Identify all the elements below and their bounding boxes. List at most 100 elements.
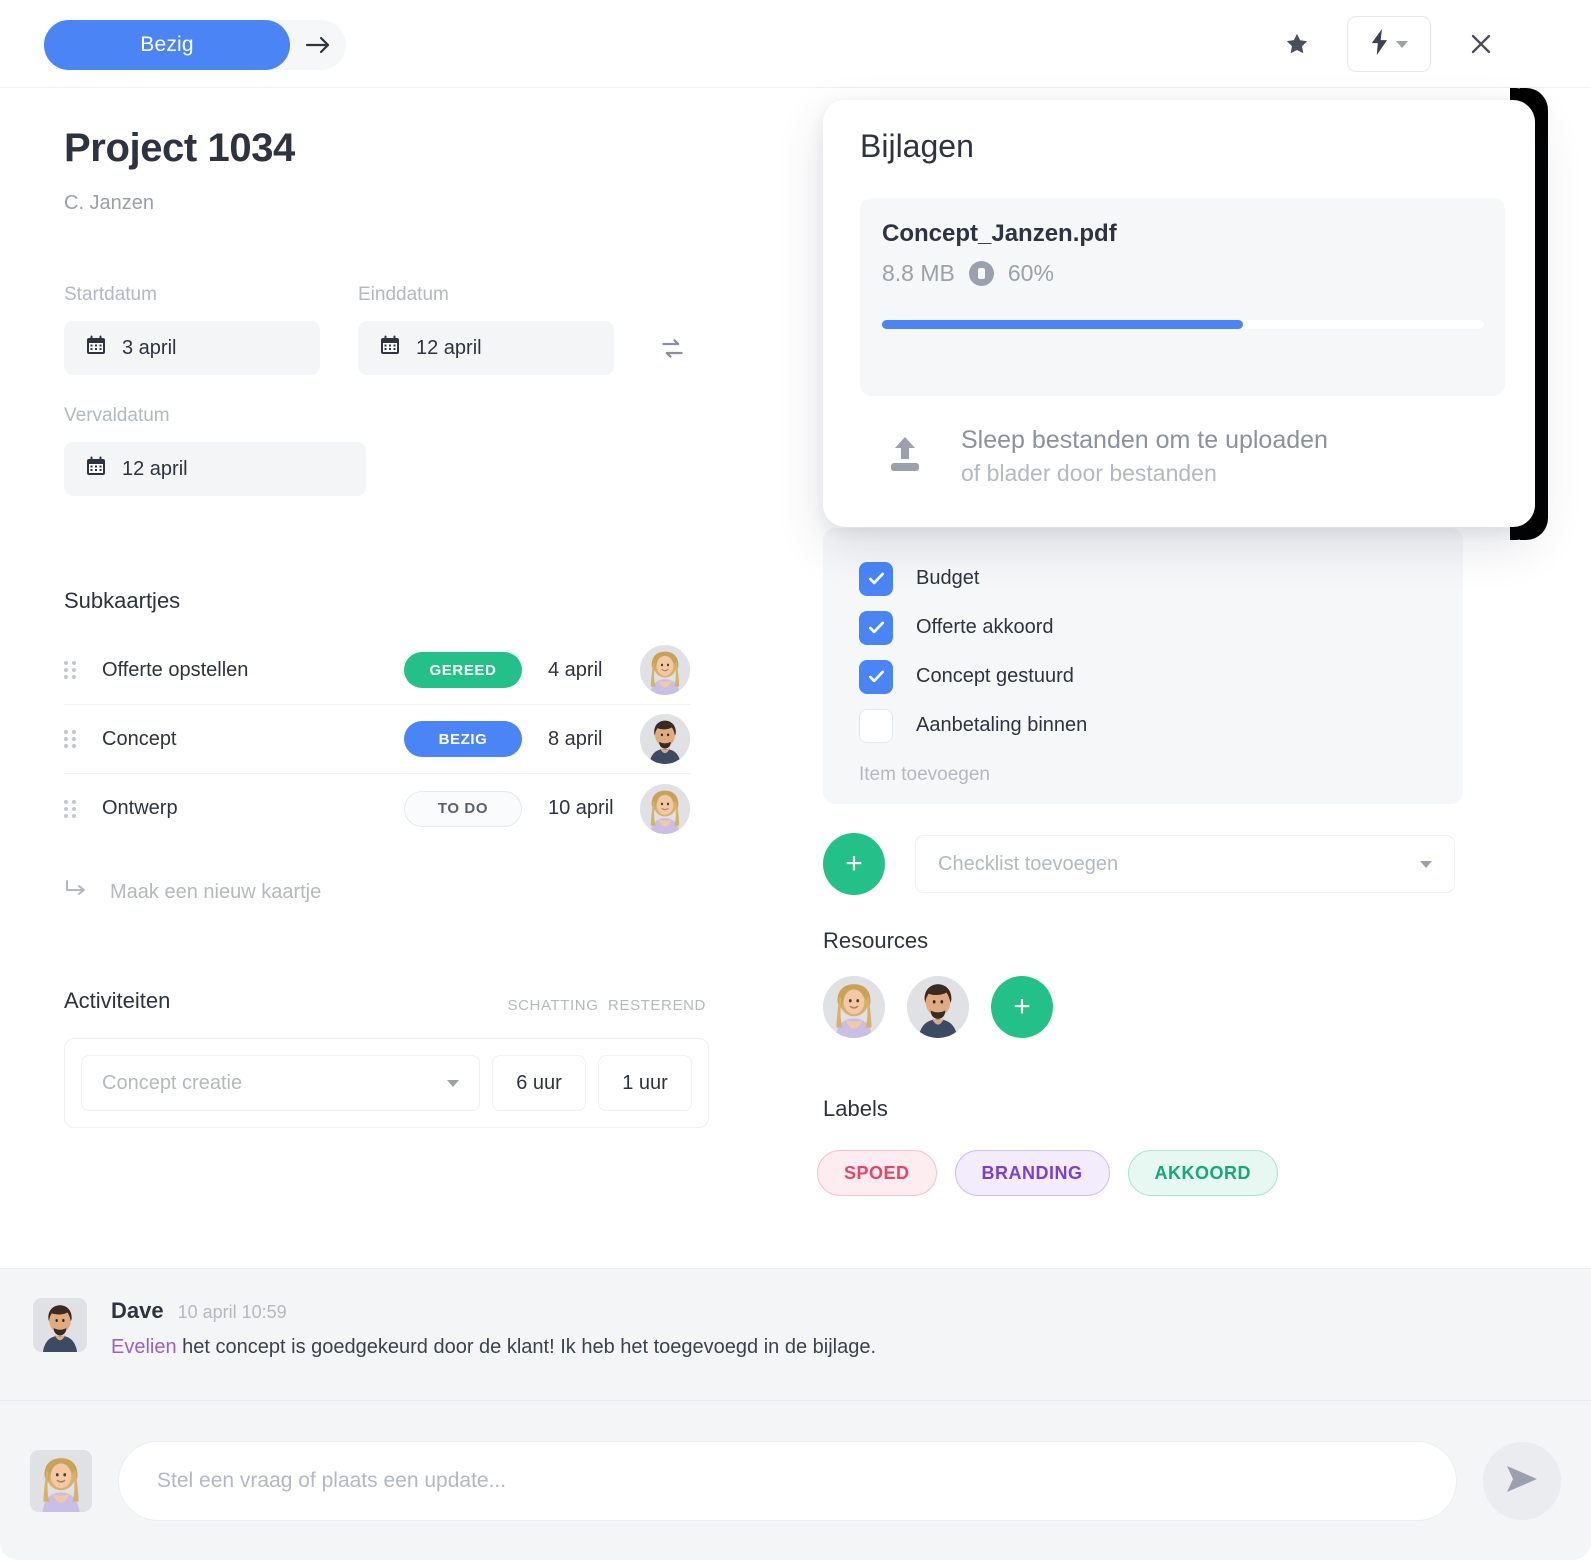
chevron-down-icon <box>1420 860 1432 868</box>
list-item[interactable]: Concept gestuurd <box>823 652 1463 701</box>
star-icon[interactable] <box>1269 16 1325 72</box>
quick-actions-dropdown[interactable] <box>1347 16 1431 72</box>
checkbox[interactable] <box>859 610 893 645</box>
upload-icon <box>883 433 927 480</box>
plus-icon: + <box>845 847 863 880</box>
table-row[interactable]: Ontwerp TO DO 10 april <box>64 774 690 843</box>
plus-icon: + <box>1013 990 1031 1023</box>
comment-timestamp: 10 april 10:59 <box>177 1302 287 1322</box>
file-dropzone[interactable]: Sleep bestanden om te uploaden of blader… <box>883 426 1328 487</box>
checklist-item-label: Concept gestuurd <box>916 665 1074 687</box>
avatar[interactable] <box>640 714 690 764</box>
avatar[interactable] <box>640 645 690 695</box>
status-pill-current[interactable]: Bezig <box>44 20 290 70</box>
table-row[interactable]: Offerte opstellen GEREED 4 april <box>64 636 690 705</box>
checklist-items: Budget Offerte akkoord Concept gestuurd … <box>823 554 1463 750</box>
avatar[interactable] <box>907 976 969 1038</box>
due-date-group: Vervaldatum 12 april <box>64 405 724 496</box>
chevron-down-icon <box>447 1079 459 1087</box>
add-subcard-label: Maak een nieuw kaartje <box>110 880 322 903</box>
checklist-select-placeholder: Checklist toevoegen <box>938 852 1119 875</box>
activities-row: Concept creatie 6 uur 1 uur <box>64 1038 709 1128</box>
table-row[interactable]: Concept BEZIG 8 april <box>64 705 690 774</box>
project-client: C. Janzen <box>64 192 155 214</box>
avatar[interactable] <box>823 976 885 1038</box>
add-subcard-button[interactable]: Maak een nieuw kaartje <box>64 879 690 905</box>
checkbox[interactable] <box>859 708 893 743</box>
checklist-item-label: Budget <box>916 567 980 589</box>
avatar <box>33 1298 87 1352</box>
send-icon <box>1505 1464 1539 1497</box>
calendar-icon <box>86 335 106 361</box>
label-tag[interactable]: AKKOORD <box>1127 1150 1279 1196</box>
avatar[interactable] <box>640 783 690 834</box>
activity-remaining-value[interactable]: 1 uur <box>598 1055 692 1111</box>
comment-mention[interactable]: Evelien <box>111 1336 177 1358</box>
attachments-popup: Bijlagen Concept_Janzen.pdf 8.8 MB 60% S… <box>823 100 1535 527</box>
send-button[interactable] <box>1483 1441 1561 1520</box>
activity-estimate-value[interactable]: 6 uur <box>492 1055 586 1111</box>
activity-type-select[interactable]: Concept creatie <box>81 1055 480 1111</box>
upload-progress-bar <box>882 320 1484 329</box>
labels-title: Labels <box>823 1096 888 1121</box>
calendar-icon <box>380 335 400 361</box>
list-item[interactable]: Aanbetaling binnen <box>823 701 1463 750</box>
status-switcher[interactable]: Bezig <box>44 20 346 70</box>
sync-arrows-icon[interactable] <box>652 321 692 375</box>
checklist-item-label: Offerte akkoord <box>916 616 1054 638</box>
attachment-file-name: Concept_Janzen.pdf <box>882 220 1117 247</box>
add-checklist-button[interactable]: + <box>823 833 885 895</box>
left-column: Project 1034 C. Janzen Startdatum 3 apri… <box>0 88 790 1268</box>
subcards-section: Subkaartjes Offerte opstellen GEREED 4 a… <box>64 588 690 905</box>
activities-title: Activiteiten <box>64 988 171 1013</box>
end-date-input[interactable]: 12 april <box>358 321 614 375</box>
status-badge[interactable]: BEZIG <box>404 721 522 757</box>
chevron-down-icon <box>1395 40 1408 48</box>
arrow-turn-down-right-icon <box>64 879 88 905</box>
close-icon[interactable] <box>1453 16 1509 72</box>
drag-handle-icon[interactable] <box>64 730 80 748</box>
comment-item: Dave 10 april 10:59 Evelien het concept … <box>33 1298 876 1359</box>
list-item[interactable]: Budget <box>823 554 1463 603</box>
end-date-value: 12 april <box>416 336 482 359</box>
drag-handle-icon[interactable] <box>64 661 80 679</box>
activities-remaining-header: RESTEREND <box>608 997 706 1014</box>
add-resource-button[interactable]: + <box>991 976 1053 1038</box>
window-toolbar: Bezig <box>0 0 1591 88</box>
checklist-select[interactable]: Checklist toevoegen <box>915 835 1455 893</box>
arrow-right-icon[interactable] <box>290 35 346 55</box>
subcard-name: Offerte opstellen <box>102 658 249 681</box>
upload-progress-fill <box>882 320 1244 329</box>
drag-handle-icon[interactable] <box>64 799 80 818</box>
start-date-group: Startdatum 3 april <box>64 284 320 375</box>
status-badge[interactable]: GEREED <box>404 652 522 688</box>
end-date-group: Einddatum 12 april <box>358 284 614 375</box>
end-date-label: Einddatum <box>358 284 449 305</box>
checklist-item-label: Aanbetaling binnen <box>916 714 1088 736</box>
attachment-file-card[interactable]: Concept_Janzen.pdf 8.8 MB 60% <box>860 198 1505 396</box>
attachment-file-size: 8.8 MB <box>882 260 955 286</box>
list-item[interactable]: Offerte akkoord <box>823 603 1463 652</box>
checkbox[interactable] <box>859 659 893 694</box>
card-detail-window: Bezig Project 1034 C. Janzen Startdatum … <box>0 0 1591 1560</box>
label-tag[interactable]: SPOED <box>817 1150 937 1196</box>
checklist-add-item[interactable]: Item toevoegen <box>823 750 1463 794</box>
due-date-input[interactable]: 12 april <box>64 442 366 496</box>
checkbox[interactable] <box>859 561 893 596</box>
resources-avatars: + <box>823 976 1053 1038</box>
labels-list: SPOED BRANDING AKKOORD <box>817 1150 1279 1196</box>
start-date-input[interactable]: 3 april <box>64 321 320 375</box>
dropzone-secondary-text: of blader door bestanden <box>961 460 1217 486</box>
pause-circle-icon[interactable] <box>968 261 994 286</box>
subcards-list: Offerte opstellen GEREED 4 april Concept… <box>64 636 690 843</box>
label-tag[interactable]: BRANDING <box>954 1150 1110 1196</box>
lightning-bolt-icon <box>1371 28 1389 60</box>
calendar-icon <box>86 456 106 482</box>
status-badge[interactable]: TO DO <box>404 790 522 827</box>
comments-section: Dave 10 april 10:59 Evelien het concept … <box>0 1268 1591 1400</box>
attachments-title: Bijlagen <box>860 128 974 164</box>
activities-estimate-header: SCHATTING <box>507 997 599 1014</box>
comment-text: het concept is goedgekeurd door de klant… <box>176 1336 877 1358</box>
subcard-name: Concept <box>102 727 177 750</box>
comment-input[interactable] <box>118 1440 1457 1521</box>
